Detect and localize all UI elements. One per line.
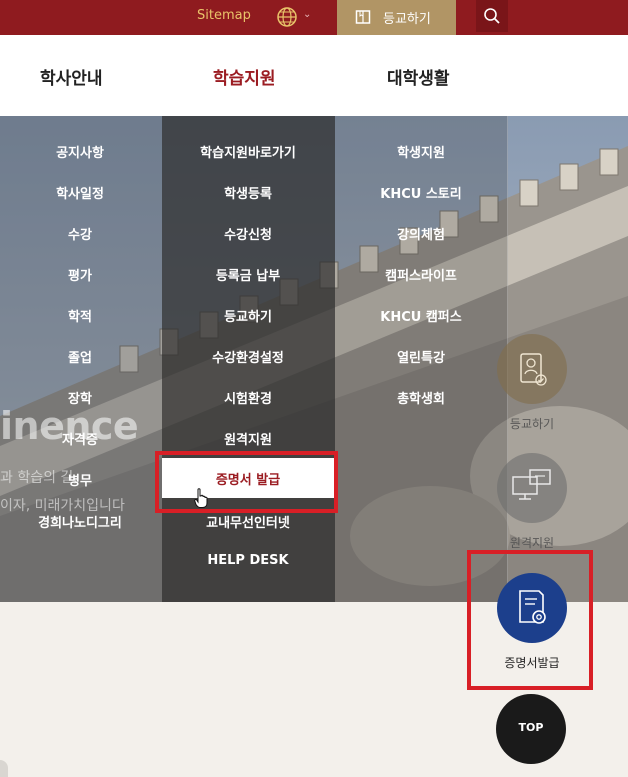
enroll-button-label: 등교하기 bbox=[383, 12, 431, 27]
scroll-top-button[interactable]: TOP bbox=[496, 694, 566, 764]
quick-link-remote-support[interactable] bbox=[497, 453, 567, 523]
menu-item-course-enrollment[interactable]: 수강신청 bbox=[168, 224, 328, 243]
menu-item-scholarship[interactable]: 장학 bbox=[0, 388, 160, 407]
menu-item-open-lecture[interactable]: 열린특강 bbox=[341, 347, 501, 366]
quick-link-certificate-label: 증명서발급 bbox=[504, 656, 560, 670]
main-navigation: 학사안내 학습지원 대학생활 bbox=[0, 35, 628, 116]
menu-item-student-council[interactable]: 총학생회 bbox=[341, 388, 501, 407]
menu-item-student-support[interactable]: 학생지원 bbox=[341, 142, 501, 161]
menu-item-khcu-story[interactable]: KHCU 스토리 bbox=[341, 183, 501, 202]
tab-academic-info[interactable]: 학사안내 bbox=[40, 64, 103, 89]
search-button[interactable] bbox=[476, 0, 508, 32]
search-icon bbox=[484, 8, 500, 24]
menu-item-campus-life[interactable]: 캠퍼스라이프 bbox=[341, 265, 501, 284]
menu-item-course-environment[interactable]: 수강환경설정 bbox=[168, 347, 328, 366]
menu-item-nano-degree[interactable]: 경희나노디그리 bbox=[0, 512, 160, 531]
menu-item-course[interactable]: 수강 bbox=[0, 224, 160, 243]
enroll-button[interactable]: 등교하기 bbox=[337, 0, 456, 35]
quick-link-remote-support-label: 원격지원 bbox=[509, 536, 555, 550]
certificate-icon bbox=[519, 590, 546, 624]
menu-item-notice[interactable]: 공지사항 bbox=[0, 142, 160, 161]
sitemap-link[interactable]: Sitemap bbox=[197, 8, 251, 23]
menu-item-academic-record[interactable]: 학적 bbox=[0, 306, 160, 325]
tab-campus-life[interactable]: 대학생활 bbox=[387, 64, 450, 89]
chevron-down-icon[interactable]: ⌄ bbox=[303, 9, 311, 20]
globe-icon[interactable] bbox=[276, 6, 298, 28]
menu-item-learning-shortcut[interactable]: 학습지원바로가기 bbox=[168, 142, 328, 161]
menu-item-campus-wifi[interactable]: 교내무선인터넷 bbox=[168, 512, 328, 531]
menu-item-remote-support[interactable]: 원격지원 bbox=[168, 429, 328, 448]
student-id-icon bbox=[520, 353, 547, 386]
remote-support-icon bbox=[512, 469, 551, 500]
menu-item-lecture-trial[interactable]: 강의체험 bbox=[341, 224, 501, 243]
menu-item-military[interactable]: 병무 bbox=[0, 470, 160, 489]
menu-item-registration[interactable]: 학생등록 bbox=[168, 183, 328, 202]
highlight-frame-menu bbox=[155, 451, 338, 513]
top-utility-bar: Sitemap ⌄ 등교하기 bbox=[0, 0, 628, 35]
enroll-book-icon bbox=[355, 10, 371, 24]
quick-link-attend[interactable] bbox=[497, 334, 567, 404]
menu-item-certification[interactable]: 자격증 bbox=[0, 429, 160, 448]
menu-item-tuition-payment[interactable]: 등록금 납부 bbox=[168, 265, 328, 284]
quick-link-certificate[interactable] bbox=[497, 573, 567, 643]
quick-link-attend-label: 등교하기 bbox=[509, 417, 555, 431]
menu-item-graduation[interactable]: 졸업 bbox=[0, 347, 160, 366]
menu-item-evaluation[interactable]: 평가 bbox=[0, 265, 160, 284]
menu-item-attend[interactable]: 등교하기 bbox=[168, 306, 328, 325]
menu-item-khcu-campus[interactable]: KHCU 캠퍼스 bbox=[341, 306, 501, 325]
menu-item-exam-environment[interactable]: 시험환경 bbox=[168, 388, 328, 407]
corner-decoration bbox=[0, 760, 8, 777]
menu-item-help-desk[interactable]: HELP DESK bbox=[168, 553, 328, 568]
menu-item-academic-calendar[interactable]: 학사일정 bbox=[0, 183, 160, 202]
scroll-top-label: TOP bbox=[518, 721, 544, 734]
tab-learning-support[interactable]: 학습지원 bbox=[213, 64, 276, 89]
